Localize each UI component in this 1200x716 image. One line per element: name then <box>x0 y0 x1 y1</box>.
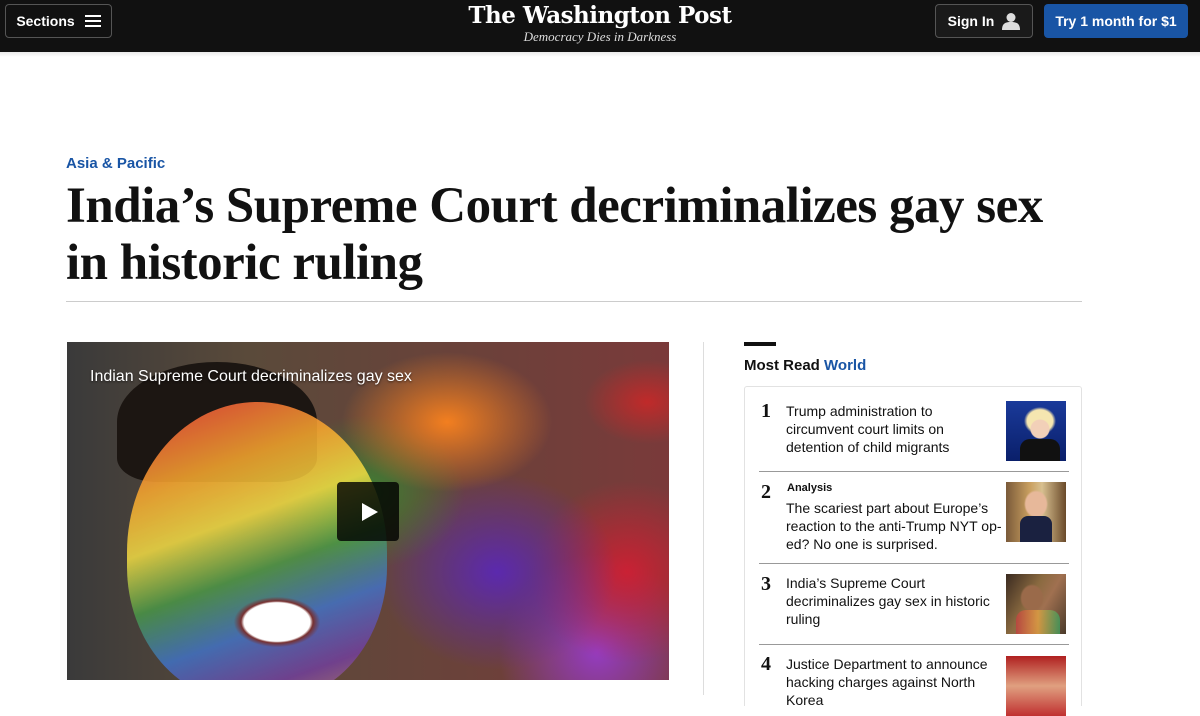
video-caption-cutoff <box>66 688 668 695</box>
video-thumbnail-face <box>127 402 387 680</box>
sections-label: Sections <box>16 13 75 29</box>
most-read-item-1[interactable]: 1 Trump administration to circumvent cou… <box>759 400 1069 463</box>
most-read-thumbnail[interactable] <box>1006 574 1066 634</box>
most-read-rank: 4 <box>761 653 771 675</box>
user-icon <box>1002 13 1021 30</box>
play-button[interactable] <box>337 482 399 541</box>
most-read-title[interactable]: The scariest part about Europe’s reactio… <box>786 499 1002 553</box>
most-read-thumbnail[interactable] <box>1006 482 1066 542</box>
nav-shadow <box>0 52 1200 57</box>
video-player[interactable]: Indian Supreme Court decriminalizes gay … <box>67 342 669 680</box>
most-read-item-2[interactable]: 2 Analysis The scariest part about Europ… <box>759 481 1069 553</box>
masthead-tagline: Democracy Dies in Darkness <box>523 29 677 44</box>
washington-post-logo[interactable]: The Washington Post <box>440 2 760 30</box>
section-kicker-link[interactable]: Asia & Pacific <box>66 155 165 172</box>
most-read-separator <box>759 563 1069 564</box>
most-read-list: 1 Trump administration to circumvent cou… <box>744 386 1082 716</box>
most-read-rank: 3 <box>761 573 771 595</box>
column-divider <box>703 342 704 695</box>
subscribe-button[interactable]: Try 1 month for $1 <box>1044 4 1188 38</box>
most-read-rank: 2 <box>761 481 771 503</box>
hamburger-menu-icon <box>84 15 101 27</box>
article-headline: India’s Supreme Court decriminalizes gay… <box>66 178 1043 291</box>
most-read-title[interactable]: India’s Supreme Court decriminalizes gay… <box>786 574 1002 628</box>
top-navigation-bar: Sections The Washington Post Democracy D… <box>0 0 1200 52</box>
sign-in-button[interactable]: Sign In <box>935 4 1033 38</box>
most-read-item-3[interactable]: 3 India’s Supreme Court decriminalizes g… <box>759 573 1069 636</box>
most-read-separator <box>759 471 1069 472</box>
headline-divider <box>66 301 1082 302</box>
most-read-accent-bar <box>744 342 776 346</box>
most-read-title[interactable]: Trump administration to circumvent court… <box>786 402 1002 456</box>
analysis-label: Analysis <box>787 482 833 494</box>
most-read-section-link[interactable]: World <box>824 357 866 374</box>
most-read-thumbnail[interactable] <box>1006 401 1066 461</box>
play-icon <box>362 502 378 521</box>
sections-button[interactable]: Sections <box>5 4 112 38</box>
most-read-item-4[interactable]: 4 Justice Department to announce hacking… <box>759 653 1069 716</box>
sign-in-label: Sign In <box>947 13 995 29</box>
most-read-heading: Most Read World <box>744 357 866 374</box>
video-title: Indian Supreme Court decriminalizes gay … <box>90 368 412 385</box>
most-read-title[interactable]: Justice Department to announce hacking c… <box>786 655 1002 709</box>
most-read-separator <box>759 644 1069 645</box>
most-read-thumbnail[interactable] <box>1006 656 1066 716</box>
most-read-rank: 1 <box>761 400 771 422</box>
most-read-heading-prefix: Most Read <box>744 357 820 374</box>
masthead[interactable]: The Washington Post Democracy Dies in Da… <box>440 2 760 44</box>
